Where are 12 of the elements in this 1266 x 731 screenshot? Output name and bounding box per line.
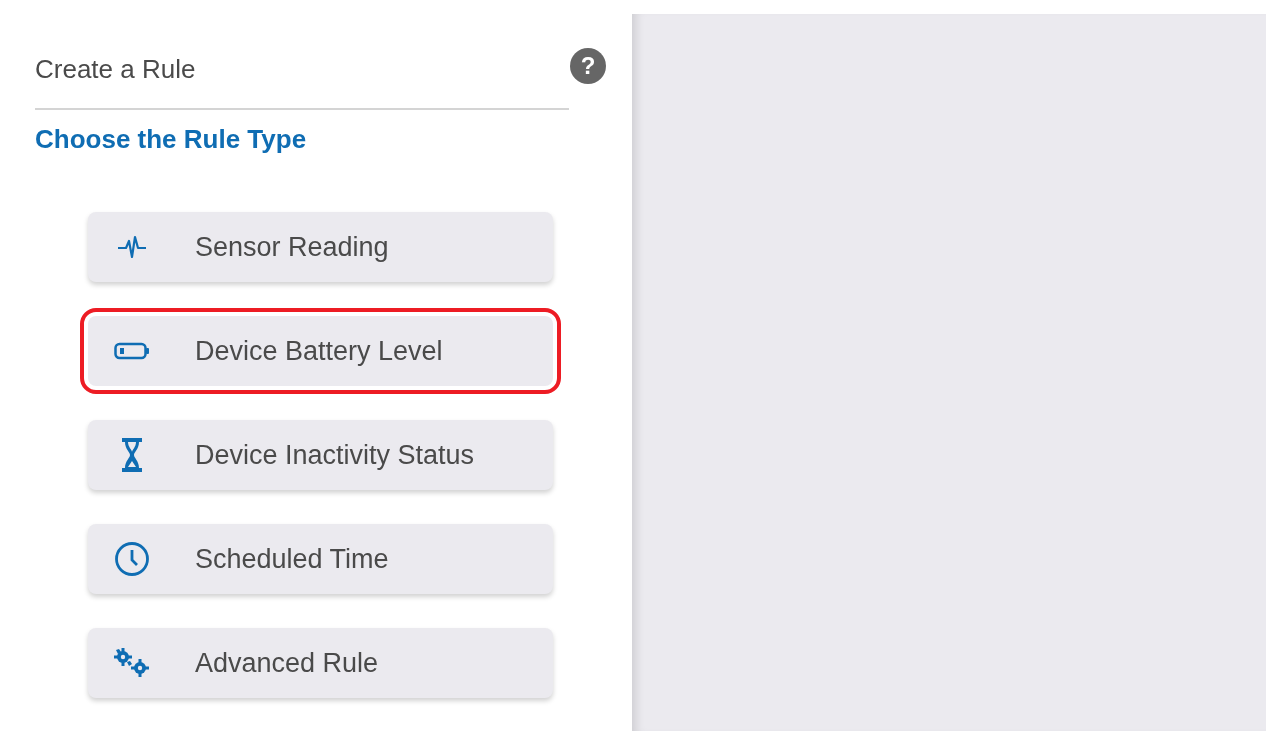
help-icon[interactable]: ? xyxy=(570,47,606,84)
gears-icon xyxy=(113,648,151,678)
battery-icon xyxy=(114,342,150,360)
rule-type-button[interactable]: Advanced Rule xyxy=(88,628,553,698)
pulse-icon xyxy=(117,233,147,261)
section-heading: Choose the Rule Type xyxy=(35,123,308,156)
clock-icon xyxy=(114,541,150,577)
panel-title: Create a Rule xyxy=(35,53,196,86)
rule-type-button[interactable]: Sensor Reading xyxy=(88,212,553,282)
rule-type-button[interactable]: Scheduled Time xyxy=(88,524,553,594)
hourglass-icon xyxy=(120,437,144,473)
rule-type-button[interactable]: Device Inactivity Status xyxy=(88,420,553,490)
